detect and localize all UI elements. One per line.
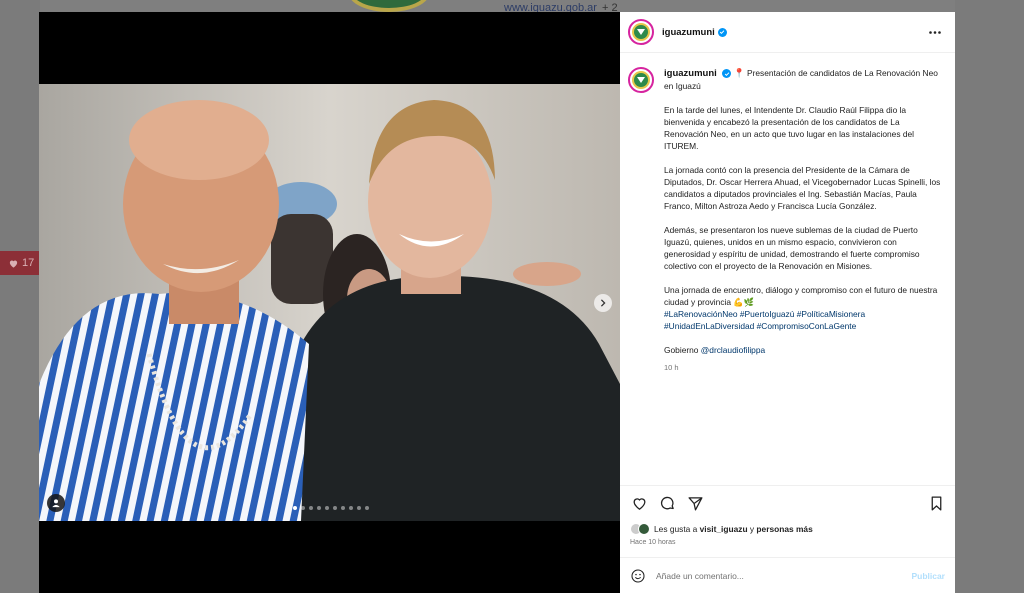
comment-input[interactable] bbox=[656, 570, 912, 581]
emoji-icon[interactable] bbox=[630, 568, 646, 584]
likes-text: Les gusta a visit_iguazu y personas más bbox=[654, 524, 813, 534]
caption-paragraph: Además, se presentaron los nueve sublema… bbox=[664, 225, 920, 271]
carousel-dot bbox=[301, 506, 305, 510]
verified-badge-icon bbox=[717, 27, 727, 37]
likes-summary: Les gusta a visit_iguazu y personas más bbox=[620, 521, 955, 537]
send-icon bbox=[687, 497, 703, 511]
profile-logo-icon bbox=[632, 23, 650, 41]
post-header: iguazumuni bbox=[620, 12, 955, 53]
post-media bbox=[39, 12, 620, 593]
carousel-indicator bbox=[293, 506, 369, 510]
share-button[interactable] bbox=[686, 495, 704, 513]
post-side-panel: iguazumuni iguazumuni 📍 Presentación de … bbox=[620, 12, 955, 593]
background-profile-logo bbox=[348, 0, 430, 12]
background-like-count: 17 bbox=[22, 257, 35, 269]
verified-badge-icon bbox=[722, 69, 732, 79]
caption: iguazumuni 📍 Presentación de candidatos … bbox=[628, 67, 945, 374]
comment-icon bbox=[660, 496, 674, 510]
caption-gobierno: Gobierno @drclaudiofilippa bbox=[664, 344, 945, 356]
chevron-right-icon bbox=[600, 299, 606, 307]
post-photo[interactable] bbox=[39, 84, 620, 521]
next-image-button[interactable] bbox=[594, 294, 612, 312]
comment-button[interactable] bbox=[658, 495, 676, 513]
caption-area: iguazumuni 📍 Presentación de candidatos … bbox=[620, 53, 955, 485]
photo-illustration bbox=[39, 84, 620, 521]
carousel-dot bbox=[309, 506, 313, 510]
heart-icon bbox=[9, 260, 18, 268]
caption-avatar[interactable] bbox=[628, 67, 654, 93]
user-icon bbox=[52, 499, 60, 508]
liker-avatar bbox=[638, 523, 650, 535]
publish-button[interactable]: Publicar bbox=[911, 571, 945, 581]
carousel-dot bbox=[317, 506, 321, 510]
background-left-area bbox=[0, 0, 40, 593]
caption-username[interactable]: iguazumuni bbox=[664, 68, 717, 79]
carousel-dot bbox=[357, 506, 361, 510]
more-dots-icon bbox=[929, 30, 941, 34]
save-button[interactable] bbox=[927, 495, 945, 513]
pin-icon: 📍 bbox=[733, 68, 745, 78]
carousel-dot bbox=[325, 506, 329, 510]
gobierno-mention[interactable]: @drclaudiofilippa bbox=[701, 345, 765, 355]
caption-closing: Una jornada de encuentro, diálogo y comp… bbox=[664, 285, 938, 307]
likes-others[interactable]: personas más bbox=[756, 524, 812, 534]
likes-prefix: Les gusta a bbox=[654, 524, 698, 534]
carousel-dot bbox=[293, 506, 297, 510]
carousel-dot bbox=[341, 506, 345, 510]
profile-logo-icon bbox=[632, 71, 650, 89]
bookmark-icon bbox=[931, 496, 941, 511]
caption-body: iguazumuni 📍 Presentación de candidatos … bbox=[664, 67, 945, 374]
caption-timestamp: 10 h bbox=[664, 363, 679, 372]
avatar[interactable] bbox=[628, 19, 654, 45]
caption-paragraph: La jornada contó con la presencia del Pr… bbox=[664, 165, 941, 211]
likes-user[interactable]: visit_iguazu bbox=[700, 524, 748, 534]
comment-box: Publicar bbox=[620, 557, 955, 593]
posted-ago: Hace 10 horas bbox=[630, 539, 676, 546]
likes-connector: y bbox=[749, 524, 755, 534]
more-options-button[interactable] bbox=[927, 24, 943, 40]
carousel-dot bbox=[365, 506, 369, 510]
post-modal: iguazumuni iguazumuni 📍 Presentación de … bbox=[39, 12, 955, 593]
caption-hashtags[interactable]: #LaRenovaciónNeo #PuertoIguazú #Política… bbox=[664, 308, 945, 332]
heart-icon bbox=[633, 498, 645, 510]
background-right-area bbox=[955, 0, 1024, 593]
like-button[interactable] bbox=[630, 495, 648, 513]
carousel-dot bbox=[333, 506, 337, 510]
header-username[interactable]: iguazumuni bbox=[662, 27, 715, 38]
gobierno-label: Gobierno bbox=[664, 345, 699, 355]
background-like-badge: 17 bbox=[0, 251, 39, 275]
tagged-users-button[interactable] bbox=[47, 494, 65, 512]
carousel-dot bbox=[349, 506, 353, 510]
caption-paragraph: En la tarde del lunes, el Intendente Dr.… bbox=[664, 105, 915, 151]
action-bar bbox=[620, 485, 955, 521]
